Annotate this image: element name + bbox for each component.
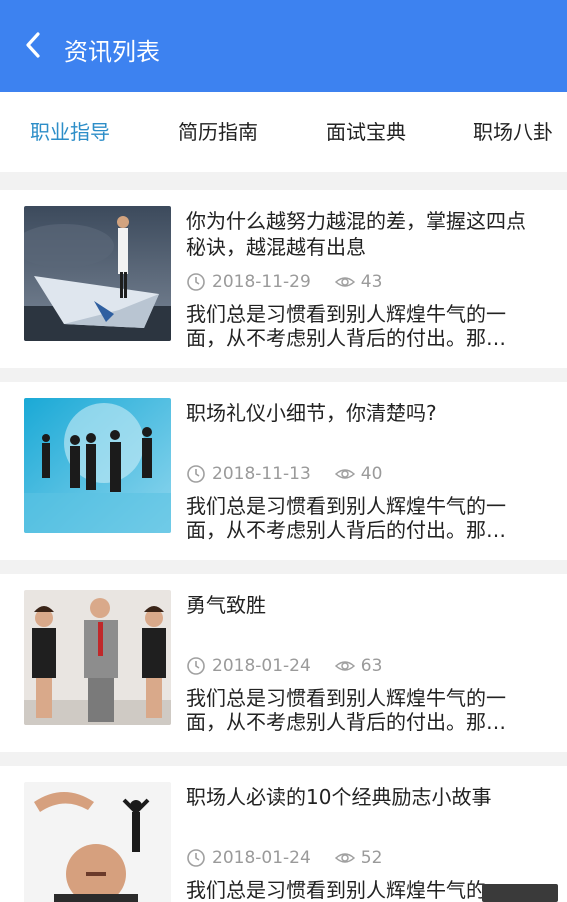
article-meta: 2018-11-13 40 [186,462,382,486]
article-title: 勇气致胜 [186,593,266,617]
category-tabs: 职业指导 简历指南 面试宝典 职场八卦 [0,92,567,172]
article-item[interactable]: 职场人必读的10个经典励志小故事 2018-01-24 52 我们总是习惯看到别… [0,766,567,902]
article-item[interactable]: 你为什么越努力越混的差，掌握这四点秘诀，越混越有出息 2018-11-29 43… [0,190,567,368]
scrollbar-thumb[interactable] [482,884,558,902]
tab-resume-guide[interactable]: 简历指南 [178,118,258,146]
article-summary: 我们总是习惯看到别人辉煌牛气的一面，从不考虑别人背后的付出。那… [186,302,506,350]
article-views: 40 [360,464,383,484]
eye-icon [334,464,355,484]
page-title: 资讯列表 [64,38,160,66]
article-thumbnail [24,398,171,533]
article-thumbnail [24,206,171,341]
tab-interview-tips[interactable]: 面试宝典 [326,118,406,146]
article-date: 2018-11-29 [212,272,311,292]
article-meta: 2018-01-24 52 [186,846,382,870]
article-thumbnail [24,590,171,725]
article-views: 52 [360,848,383,868]
article-item[interactable]: 职场礼仪小细节，你清楚吗? 2018-11-13 40 我们总是习惯看到别人辉煌… [0,382,567,560]
article-item[interactable]: 勇气致胜 2018-01-24 63 我们总是习惯看到别人辉煌牛气的一面，从不考… [0,574,567,752]
article-summary: 我们总是习惯看到别人辉煌牛气的一面，从不考虑别人背后的付出。那… [186,494,506,542]
article-title: 职场礼仪小细节，你清楚吗? [186,401,437,425]
article-meta: 2018-11-29 43 [186,270,382,294]
tab-career-guidance[interactable]: 职业指导 [30,118,110,146]
eye-icon [334,272,355,292]
article-meta: 2018-01-24 63 [186,654,382,678]
tab-workplace-gossip[interactable]: 职场八卦 [473,118,553,146]
clock-icon [186,272,206,292]
back-button[interactable] [18,30,48,60]
clock-icon [186,656,206,676]
chevron-left-icon [26,32,40,58]
article-thumbnail [24,782,171,902]
article-date: 2018-11-13 [212,464,311,484]
eye-icon [334,848,355,868]
article-summary: 我们总是习惯看到别人辉煌牛气的一面，从不考虑别人背后的付出。那… [186,686,506,734]
clock-icon [186,464,206,484]
clock-icon [186,848,206,868]
eye-icon [334,656,355,676]
app-header: 资讯列表 [0,0,567,92]
article-views: 43 [360,272,383,292]
article-views: 63 [360,656,383,676]
article-list: 你为什么越努力越混的差，掌握这四点秘诀，越混越有出息 2018-11-29 43… [0,190,567,902]
article-date: 2018-01-24 [212,656,311,676]
article-title: 你为什么越努力越混的差，掌握这四点秘诀，越混越有出息 [186,209,526,259]
article-title: 职场人必读的10个经典励志小故事 [186,785,492,809]
article-date: 2018-01-24 [212,848,311,868]
